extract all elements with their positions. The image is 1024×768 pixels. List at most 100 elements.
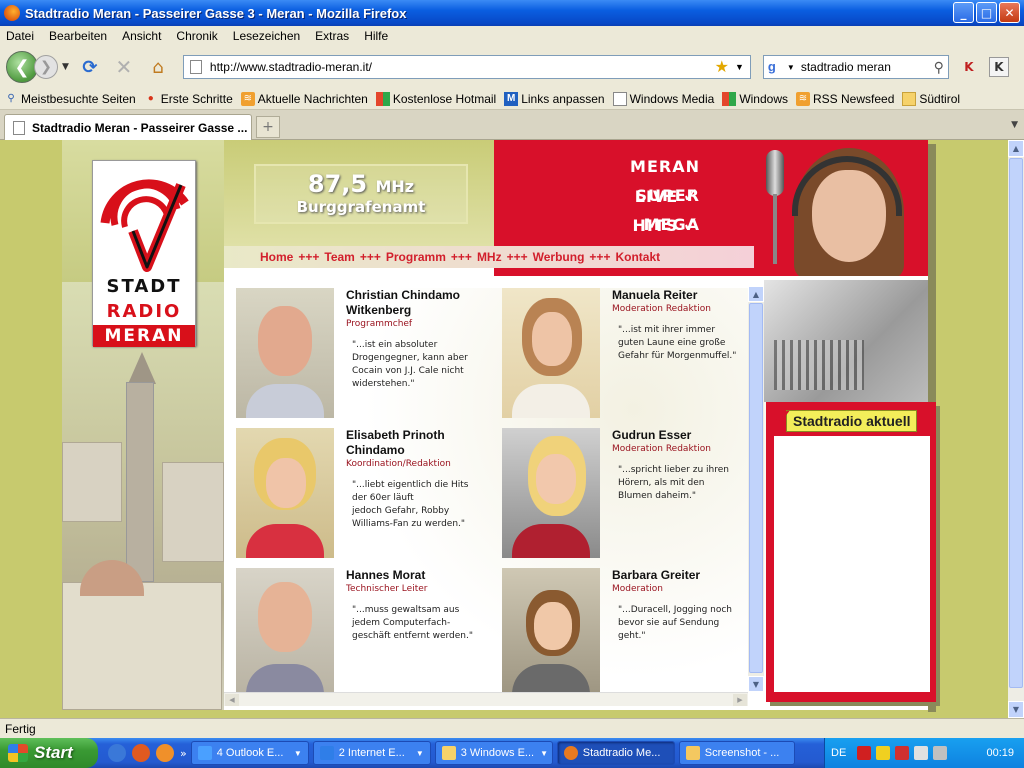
frequency-box: 87,5 MHz Burggrafenamt [254,164,468,224]
window-title: Stadtradio Meran - Passeirer Gasse 3 - M… [25,5,407,21]
scroll-up-icon[interactable]: ▲ [748,286,764,302]
bookmark-item[interactable]: Kostenlose Hotmail [375,91,496,106]
taskbar-item-stadtradio[interactable]: Stadtradio Me... [556,741,675,765]
stadtradio-logo[interactable]: STADT RADIO MERAN [92,160,196,347]
team-horizontal-scrollbar[interactable]: ◀ ▶ [224,692,748,706]
menu-hilfe[interactable]: Hilfe [364,29,388,43]
stop-button[interactable]: ✕ [111,54,137,80]
taskbar-item-screenshot[interactable]: Screenshot - ... [678,741,795,765]
firefox-icon: ● [147,93,154,104]
page-icon [189,60,202,74]
person-role: Moderation Redaktion [612,444,711,454]
firefox-icon [4,5,20,21]
windows-flag-icon [8,744,28,762]
person-name: Barbara Greiter [612,568,701,582]
bookmark-item[interactable]: ≋ RSS Newsfeed [796,91,894,106]
nav-werbung[interactable]: Werbung [533,250,585,264]
addon-button[interactable]: K [959,57,979,77]
volume-icon[interactable] [933,746,948,760]
menu-datei[interactable]: Datei [6,29,34,43]
person-name: Manuela Reiter [612,288,698,302]
menu-extras[interactable]: Extras [315,29,349,43]
nav-mhz[interactable]: MHz [477,250,502,264]
person-quote: "...ist mit ihrer immer guten Laune eine… [618,325,737,361]
person-quote: "...ist ein absoluter Drogengegner, kann… [352,340,468,389]
bookmark-item[interactable]: ⚲ Meistbesuchte Seiten [4,92,135,106]
menu-ansicht[interactable]: Ansicht [122,29,161,43]
maximize-button[interactable]: □ [976,2,997,23]
bookmark-item[interactable]: Windows Media [612,91,714,106]
scroll-right-icon[interactable]: ▶ [733,694,747,706]
url-bar[interactable]: http://www.stadtradio-meran.it/ ★ ▼ [182,55,751,79]
new-tab-button[interactable]: + [256,116,280,138]
bookmark-item[interactable]: ≋ Aktuelle Nachrichten [240,91,368,106]
tab-stadtradio[interactable]: Stadtradio Meran - Passeirer Gasse ... [4,114,252,140]
taskbar-item-windows-explorer[interactable]: 3 Windows E... ▼ [434,741,553,765]
person-photo [236,288,334,418]
person-name: Hannes Morat [346,568,426,582]
bookmark-item[interactable]: Südtirol [902,91,960,106]
bookmark-item[interactable]: ● Erste Schritte [144,92,233,106]
scroll-thumb[interactable] [1009,158,1023,688]
person-photo [236,568,334,692]
taskbar-item-outlook[interactable]: 4 Outlook E... ▼ [190,741,309,765]
forward-button[interactable]: ❯ [34,55,58,79]
menu-chronik[interactable]: Chronik [176,29,217,43]
arrow-left-icon: ❮ [14,56,30,78]
scroll-up-icon[interactable]: ▲ [1008,140,1024,157]
home-button[interactable]: ⌂ [145,54,171,80]
url-dropdown-icon[interactable]: ▼ [735,62,744,72]
bookmarks-toolbar: ⚲ Meistbesuchte Seiten ● Erste Schritte ≋ A… [0,88,1024,110]
person-role: Programmchef [346,319,413,329]
logo-stadt: STADT [106,276,182,297]
tab-list-icon[interactable]: ▼ [1011,120,1018,130]
reload-button[interactable]: ⟳ [77,54,103,80]
stop-icon: ✕ [115,55,133,79]
studio-photo [764,280,928,402]
desktop-icon[interactable] [108,744,126,762]
addon-button-2[interactable]: K [988,57,1009,77]
menu-lesezeichen[interactable]: Lesezeichen [233,29,300,43]
nav-kontakt[interactable]: Kontakt [615,250,660,264]
shield-icon[interactable] [876,746,891,760]
history-dropdown-icon[interactable]: ▼ [62,62,69,72]
rss-icon: ≋ [240,91,255,106]
nav-programm[interactable]: Programm [386,250,446,264]
nav-home[interactable]: Home [260,250,293,264]
scroll-left-icon[interactable]: ◀ [225,694,239,706]
search-icon[interactable]: ⚲ [934,59,944,76]
url-text[interactable]: http://www.stadtradio-meran.it/ [210,60,715,74]
close-button[interactable]: ✕ [999,2,1020,23]
minimize-button[interactable]: _ [953,2,974,23]
search-engine-dropdown-icon[interactable]: ▼ [787,63,795,72]
page-scrollbar[interactable]: ▲ ▼ [1008,140,1024,718]
start-button[interactable]: Start [0,738,98,768]
team-scrollbar[interactable]: ▲ ▼ [748,286,764,692]
rss-icon: ≋ [796,91,810,106]
bookmark-item[interactable]: Windows [722,91,788,106]
person-photo [502,568,600,692]
search-input[interactable]: stadtradio meran [801,60,934,74]
chevron-right-icon[interactable]: » [180,747,187,760]
aktuell-content [774,436,930,692]
nav-team[interactable]: Team [324,250,354,264]
taskbar-item-internet-explorer[interactable]: 2 Internet E... ▼ [312,741,431,765]
search-bar[interactable]: g ▼ stadtradio meran ⚲ [762,55,949,79]
language-indicator[interactable]: DE [831,747,846,759]
scroll-down-icon[interactable]: ▼ [1008,701,1024,718]
firefox-icon[interactable] [156,744,174,762]
bookmark-item[interactable]: M Links anpassen [504,91,605,106]
network-icon[interactable] [914,746,929,760]
google-icon[interactable]: g [768,59,784,75]
bookmark-star-icon[interactable]: ★ [715,57,729,77]
security-icon[interactable] [895,746,910,760]
slogan: SUPER HITS ✓ [632,186,700,236]
menu-bearbeiten[interactable]: Bearbeiten [49,29,107,43]
windows-taskbar: Start » 4 Outlook E... ▼ 2 Internet E... ▼… [0,738,1024,768]
team-member: Barbara Greiter Moderation "...Duracell,… [502,568,766,692]
scroll-down-icon[interactable]: ▼ [748,676,764,692]
scroll-thumb[interactable] [749,303,763,673]
antivirus-icon[interactable] [857,746,872,760]
media-player-icon[interactable] [132,744,150,762]
firefox-icon [563,746,578,760]
